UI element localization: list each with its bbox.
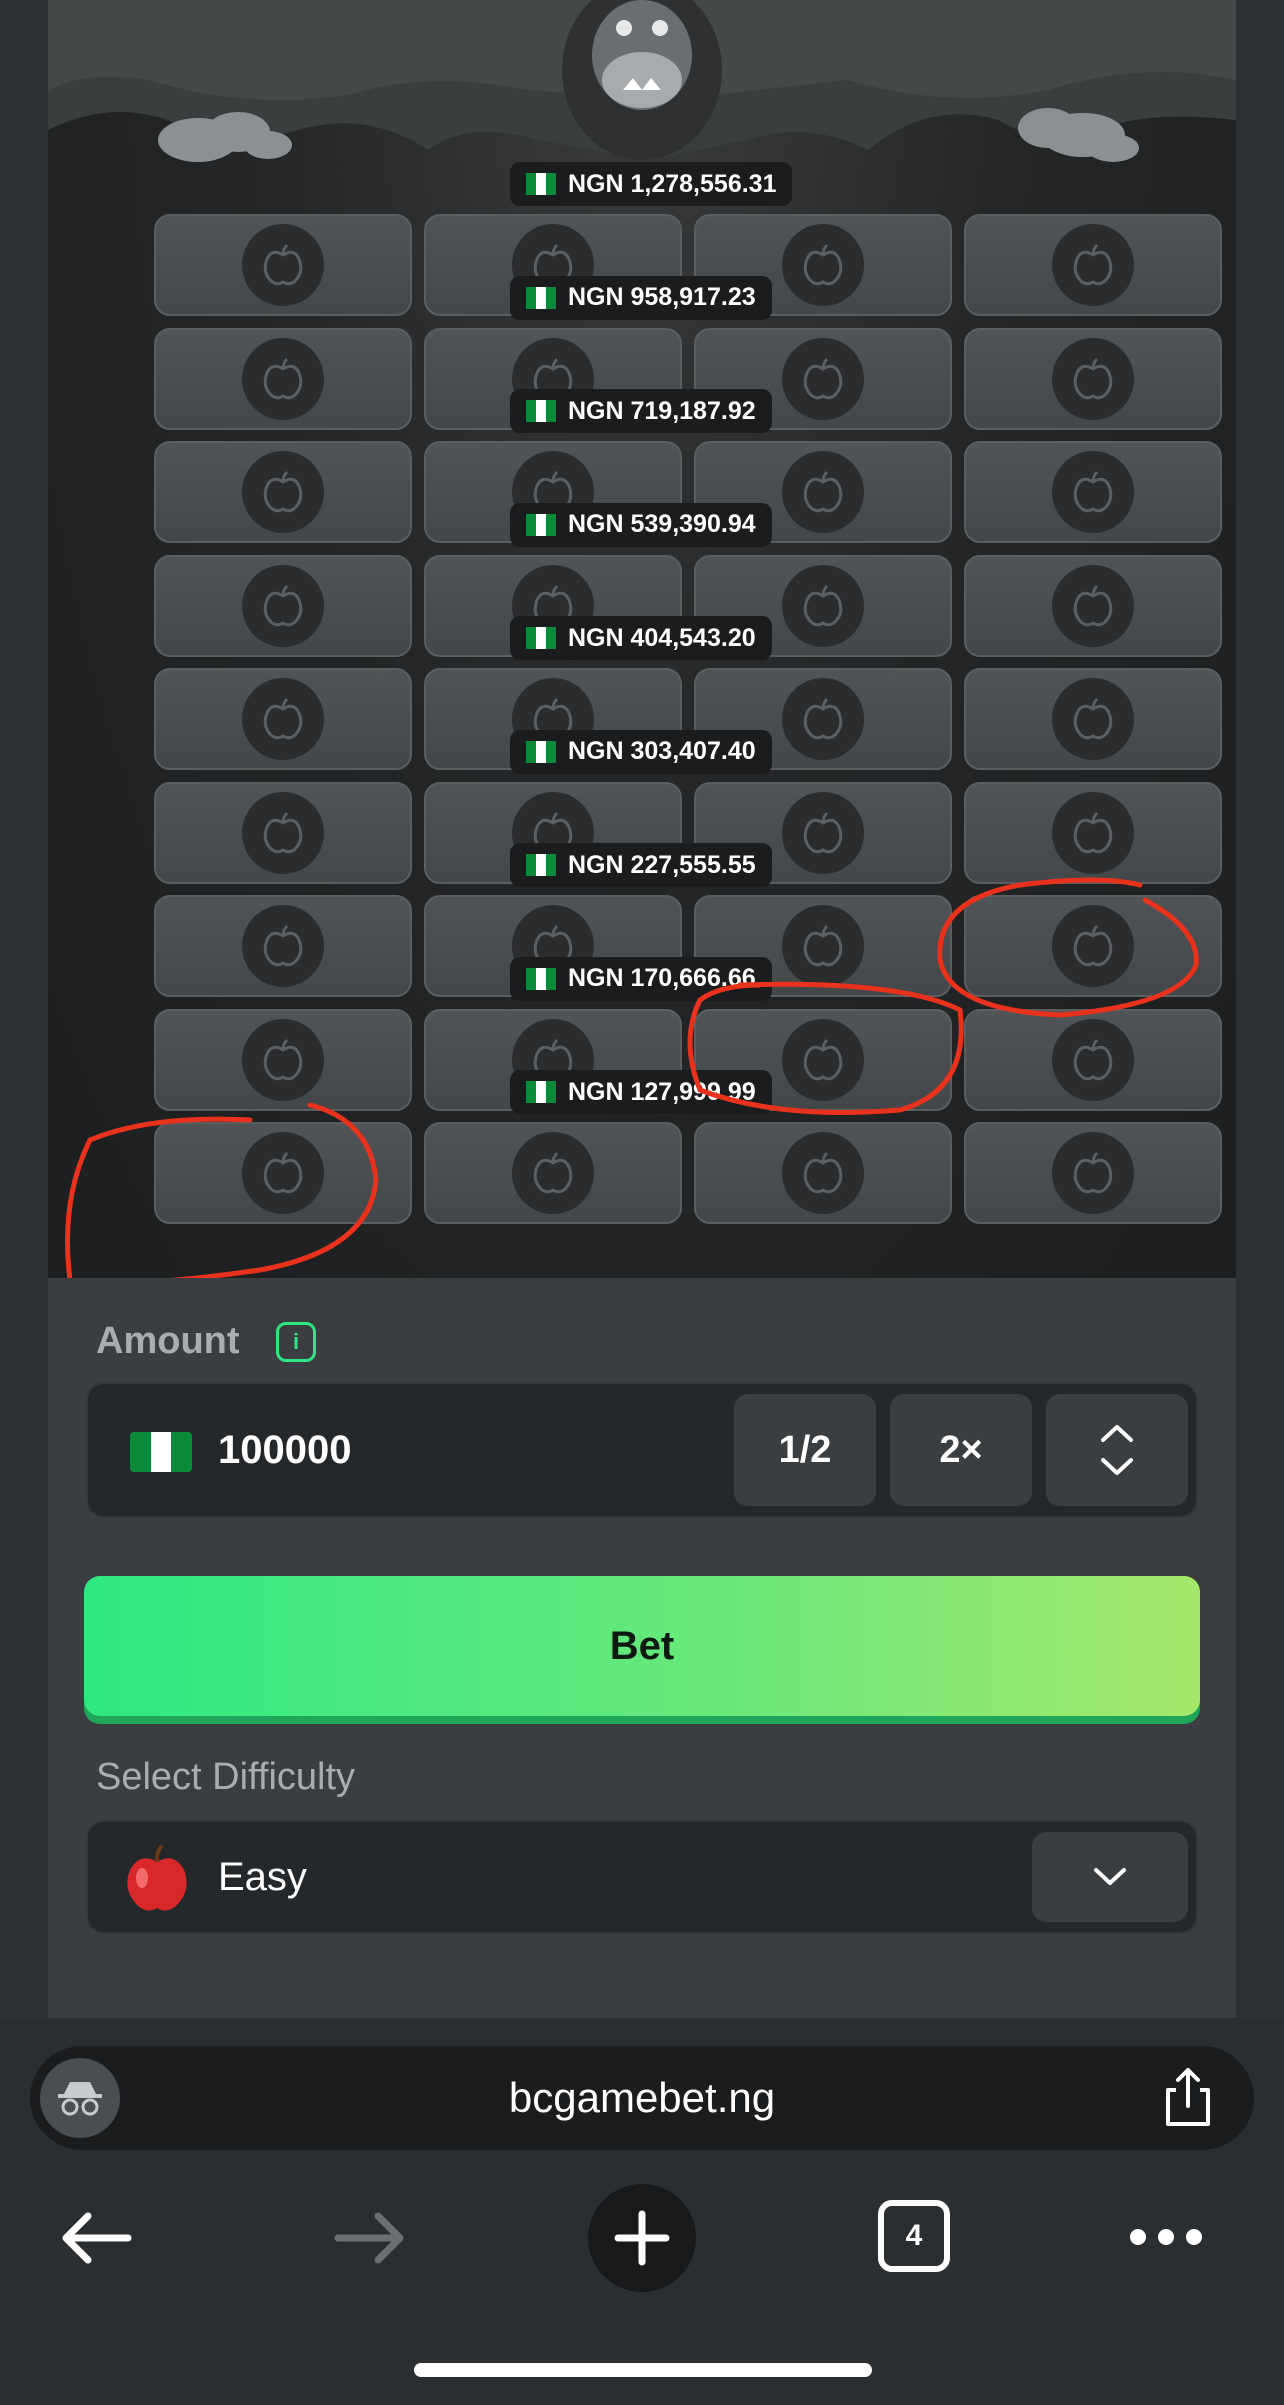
difficulty-dropdown-button[interactable] bbox=[1032, 1832, 1188, 1922]
double-button[interactable]: 2× bbox=[890, 1394, 1032, 1506]
amount-field[interactable]: 100000 bbox=[218, 1384, 351, 1516]
red-apple-icon bbox=[127, 1844, 187, 1911]
nigeria-flag-icon bbox=[130, 1432, 192, 1472]
bet-button[interactable]: Bet bbox=[84, 1576, 1200, 1716]
back-arrow-icon[interactable] bbox=[56, 2208, 136, 2268]
chevron-up-icon bbox=[1101, 1425, 1133, 1442]
amount-stepper[interactable] bbox=[1046, 1394, 1188, 1506]
red-annotation-marks bbox=[65, 877, 1199, 1286]
amount-input-box: 100000 1/2 2× bbox=[86, 1382, 1198, 1518]
chevron-down-icon bbox=[1101, 1458, 1133, 1475]
share-icon[interactable] bbox=[1158, 2066, 1218, 2130]
tabs-button[interactable]: 4 bbox=[878, 2200, 950, 2272]
chevron-down-icon bbox=[1094, 1868, 1126, 1885]
amount-label: Amount bbox=[96, 1320, 240, 1362]
half-button[interactable]: 1/2 bbox=[734, 1394, 876, 1506]
difficulty-value: Easy bbox=[218, 1854, 307, 1899]
more-menu-icon[interactable] bbox=[1128, 2222, 1204, 2252]
new-tab-button[interactable] bbox=[588, 2184, 696, 2292]
forward-arrow-icon bbox=[330, 2208, 410, 2268]
info-icon[interactable]: i bbox=[276, 1322, 316, 1362]
address-bar[interactable]: bcgamebet.ng bbox=[30, 2046, 1254, 2150]
difficulty-label: Select Difficulty bbox=[96, 1756, 356, 1798]
url-text: bcgamebet.ng bbox=[508, 2074, 776, 2121]
difficulty-select[interactable]: Easy bbox=[86, 1820, 1198, 1934]
home-indicator bbox=[414, 2363, 872, 2377]
plus-icon bbox=[614, 2210, 670, 2266]
